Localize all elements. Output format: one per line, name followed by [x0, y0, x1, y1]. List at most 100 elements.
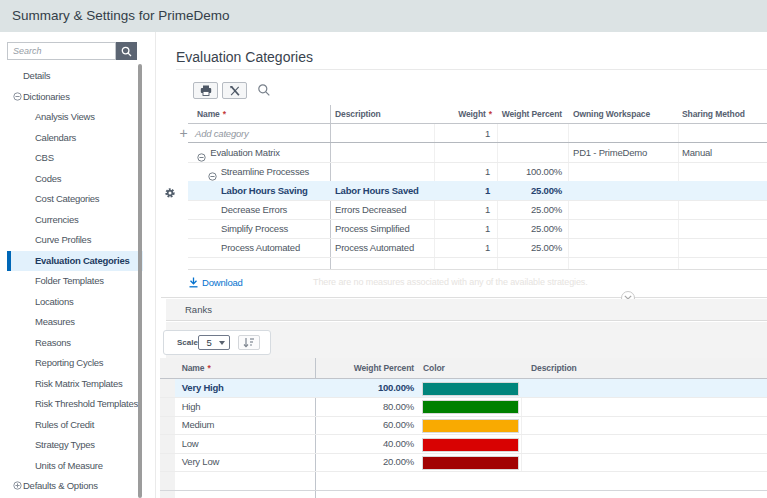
cell-weight-percent: 100.00% — [316, 379, 414, 398]
add-category-label: Add category — [195, 124, 249, 143]
add-category-row[interactable]: Add category1 — [188, 124, 767, 143]
scale-label: Scale — [177, 331, 198, 354]
sidebar-item-label: Calendars — [35, 128, 76, 149]
window-title: Summary & Settings for PrimeDemo — [12, 8, 230, 23]
ranks-row[interactable]: Low40.00% — [175, 435, 767, 454]
color-swatch[interactable] — [422, 419, 519, 433]
color-swatch[interactable] — [422, 400, 519, 414]
ranks-grid-gutter — [160, 358, 175, 498]
sidebar-search-button[interactable] — [116, 42, 137, 60]
sidebar-item-defaults-options[interactable]: Defaults & Options — [0, 476, 138, 497]
cell-weight-percent: 25.00% — [501, 238, 562, 257]
ranks-column-header-color[interactable]: Color — [423, 359, 483, 378]
tools-button[interactable] — [222, 82, 247, 99]
cell-weight-percent: 25.00% — [501, 219, 562, 238]
sidebar-scrollbar[interactable] — [138, 64, 142, 498]
cell-weight: 1 — [438, 238, 490, 257]
grid-row[interactable]: Evaluation MatrixPD1 - PrimeDemoManual — [188, 143, 767, 162]
cell-description: Labor Hours Saved — [335, 181, 419, 200]
column-header-description[interactable]: Description — [335, 105, 430, 124]
search-icon — [121, 46, 132, 57]
collapse-icon[interactable] — [208, 167, 218, 177]
column-header-owning-workspace[interactable]: Owning Workspace — [573, 105, 673, 124]
sidebar-item-cost-categories[interactable]: Cost Categories — [0, 189, 138, 210]
cell-weight-percent: 20.00% — [316, 453, 414, 472]
grid-row[interactable]: Streamline Processes1100.00% — [188, 162, 767, 181]
cell-weight-percent: 40.00% — [316, 435, 414, 454]
download-link[interactable]: Download — [189, 275, 243, 290]
sidebar-item-label: Currencies — [35, 210, 78, 231]
sidebar-item-analysis-views[interactable]: Analysis Views — [0, 107, 138, 128]
grid-search-icon[interactable] — [257, 83, 272, 98]
sidebar-item-label: Analysis Views — [35, 107, 95, 128]
sidebar-item-currencies[interactable]: Currencies — [0, 210, 138, 231]
sidebar-item-dictionaries[interactable]: Dictionaries — [0, 87, 138, 108]
column-header-sharing-method[interactable]: Sharing Method — [682, 105, 767, 124]
sidebar-item-cbs[interactable]: CBS — [0, 148, 138, 169]
ranks-row[interactable]: Medium60.00% — [175, 416, 767, 435]
grid-row[interactable]: Process AutomatedProcess Automated125.00… — [188, 238, 767, 257]
search-icon-gray — [257, 83, 271, 97]
sidebar-item-label: Risk Threshold Templates — [35, 394, 138, 415]
cell-weight-percent: 100.00% — [501, 162, 562, 181]
sidebar-item-codes[interactable]: Codes — [0, 169, 138, 190]
sidebar-item-label: CBS — [35, 148, 54, 169]
sidebar-item-locations[interactable]: Locations — [0, 292, 138, 313]
tools-icon — [229, 85, 241, 97]
ranks-column-header-description[interactable]: Description — [531, 359, 631, 378]
sidebar-item-folder-templates[interactable]: Folder Templates — [0, 271, 138, 292]
sidebar-item-units-of-measure[interactable]: Units of Measure — [0, 456, 138, 477]
sidebar-item-calendars[interactable]: Calendars — [0, 128, 138, 149]
download-label: Download — [202, 277, 243, 288]
sidebar-item-rules-of-credit[interactable]: Rules of Credit — [0, 415, 138, 436]
grid-row[interactable]: Labor Hours SavingLabor Hours Saved125.0… — [188, 181, 767, 200]
color-swatch[interactable] — [422, 438, 519, 452]
collapse-icon[interactable] — [197, 148, 207, 158]
sidebar-item-strategy-types[interactable]: Strategy Types — [0, 435, 138, 456]
sidebar-item-reasons[interactable]: Reasons — [0, 333, 138, 354]
sidebar-item-risk-matrix-templates[interactable]: Risk Matrix Templates — [0, 374, 138, 395]
sidebar-item-label: Details — [23, 66, 50, 87]
sidebar-item-label: Rules of Credit — [35, 415, 94, 436]
cell-weight-percent: 80.00% — [316, 398, 414, 417]
ranks-section-header: Ranks — [166, 299, 767, 321]
sidebar-item-curve-profiles[interactable]: Curve Profiles — [0, 230, 138, 251]
cell-weight: 1 — [438, 219, 490, 238]
cell-name: Streamline Processes — [221, 162, 309, 181]
scale-select[interactable]: 5 — [198, 335, 230, 350]
color-swatch[interactable] — [422, 382, 519, 396]
color-swatch[interactable] — [422, 456, 519, 470]
sidebar-item-label: Cost Categories — [35, 189, 99, 210]
sidebar-item-label: Reporting Cycles — [35, 353, 103, 374]
ranks-column-header-name[interactable]: Name* — [182, 359, 302, 378]
print-button[interactable] — [193, 82, 218, 99]
sidebar-search-input[interactable] — [7, 42, 116, 60]
ranks-row[interactable]: High80.00% — [175, 398, 767, 417]
sidebar-item-details[interactable]: Details — [0, 66, 138, 87]
ranks-row[interactable]: Very High100.00% — [175, 379, 767, 398]
column-header-weight-percent[interactable]: Weight Percent — [501, 105, 562, 124]
title-divider — [176, 69, 767, 70]
sidebar-item-reporting-cycles[interactable]: Reporting Cycles — [0, 353, 138, 374]
column-header-name[interactable]: Name* — [197, 105, 327, 124]
grid-bottom-border — [188, 269, 767, 270]
sidebar-item-measures[interactable]: Measures — [0, 312, 138, 333]
column-header-weight[interactable]: Weight* — [438, 105, 492, 124]
sort-order-button[interactable] — [238, 335, 260, 350]
ranks-row[interactable]: Very Low20.00% — [175, 453, 767, 472]
sidebar-item-label: Codes — [35, 169, 61, 190]
sidebar-item-risk-threshold-templates[interactable]: Risk Threshold Templates — [0, 394, 138, 415]
grid-row[interactable]: Simplify ProcessProcess Simplified125.00… — [188, 219, 767, 238]
cell-weight: 1 — [438, 200, 490, 219]
gear-icon[interactable] — [164, 185, 176, 197]
download-icon — [189, 277, 198, 288]
ranks-column-header-weight-percent[interactable]: Weight Percent — [316, 359, 414, 378]
evaluation-categories-grid: Name* Description Weight* Weight Percent Own… — [160, 105, 767, 270]
expand-icon[interactable] — [13, 481, 23, 491]
collapse-icon[interactable] — [13, 92, 23, 102]
sidebar-item-label: Units of Measure — [35, 456, 103, 477]
sidebar-item-evaluation-categories[interactable]: Evaluation Categories — [7, 251, 143, 272]
cell-name: Decrease Errors — [221, 200, 287, 219]
grid-row[interactable]: Decrease ErrorsErrors Decreased125.00% — [188, 200, 767, 219]
cell-name: Labor Hours Saving — [221, 181, 308, 200]
